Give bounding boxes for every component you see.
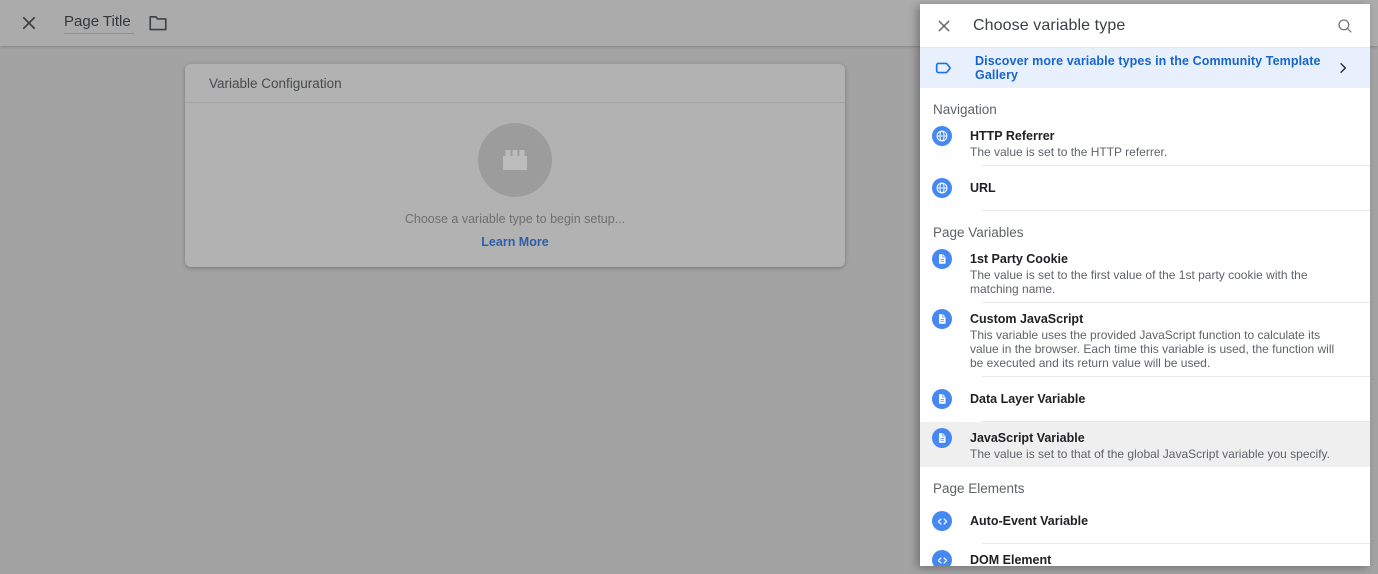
globe-icon bbox=[932, 178, 952, 198]
learn-more-link[interactable]: Learn More bbox=[481, 235, 548, 249]
brick-placeholder-icon bbox=[478, 123, 552, 197]
item-description: The value is set to the HTTP referrer. bbox=[970, 145, 1350, 159]
variable-type-item[interactable]: DOM ElementThe value is set to the text … bbox=[920, 544, 1370, 566]
community-gallery-banner[interactable]: Discover more variable types in the Comm… bbox=[920, 48, 1370, 88]
card-title: Variable Configuration bbox=[185, 64, 845, 103]
panel-close-icon[interactable] bbox=[936, 18, 952, 34]
variable-type-list: Navigation HTTP Referrer The value is set … bbox=[920, 88, 1370, 566]
variable-type-item[interactable]: Auto-Event Variable bbox=[920, 499, 1370, 543]
variable-type-item[interactable]: HTTP Referrer The value is set to the HTT… bbox=[920, 120, 1370, 165]
item-title: DOM Element bbox=[970, 550, 1350, 566]
section-title: Page Elements bbox=[933, 481, 1354, 496]
document-icon bbox=[932, 309, 952, 329]
globe-icon bbox=[932, 126, 952, 146]
item-title: URL bbox=[970, 178, 1350, 195]
panel-title: Choose variable type bbox=[973, 17, 1125, 35]
variable-type-item[interactable]: URL bbox=[920, 166, 1370, 210]
item-title: Custom JavaScript bbox=[970, 309, 1350, 326]
item-title: Auto-Event Variable bbox=[970, 511, 1350, 528]
placeholder-text: Choose a variable type to begin setup... bbox=[405, 212, 625, 226]
panel-header: Choose variable type bbox=[920, 4, 1370, 48]
document-icon bbox=[932, 249, 952, 269]
search-icon[interactable] bbox=[1336, 17, 1354, 35]
page-title-input[interactable]: Page Title bbox=[64, 13, 134, 34]
divider bbox=[982, 210, 1370, 211]
variable-type-item[interactable]: 1st Party Cookie The value is set to the … bbox=[920, 243, 1370, 302]
section-title: Navigation bbox=[933, 102, 1354, 117]
code-icon bbox=[932, 550, 952, 566]
variable-type-item[interactable]: JavaScript Variable The value is set to t… bbox=[920, 422, 1370, 467]
close-icon[interactable] bbox=[20, 14, 38, 32]
item-description: This variable uses the provided JavaScri… bbox=[970, 328, 1350, 370]
item-title: JavaScript Variable bbox=[970, 428, 1350, 445]
item-title: Data Layer Variable bbox=[970, 389, 1350, 406]
variable-type-item[interactable]: Custom JavaScript This variable uses the … bbox=[920, 303, 1370, 376]
item-title: 1st Party Cookie bbox=[970, 249, 1350, 266]
document-icon bbox=[932, 389, 952, 409]
item-description: The value is set to that of the global J… bbox=[970, 447, 1350, 461]
section-title: Page Variables bbox=[933, 225, 1354, 240]
item-title: HTTP Referrer bbox=[970, 126, 1350, 143]
variable-configuration-card: Variable Configuration Choose a variable… bbox=[185, 64, 845, 267]
template-gallery-icon bbox=[935, 58, 955, 78]
variable-type-item[interactable]: Data Layer Variable bbox=[920, 377, 1370, 421]
folder-icon[interactable] bbox=[148, 14, 168, 32]
chevron-right-icon bbox=[1335, 60, 1351, 76]
item-description: The value is set to the first value of t… bbox=[970, 268, 1350, 296]
banner-text: Discover more variable types in the Comm… bbox=[975, 54, 1335, 82]
document-icon bbox=[932, 428, 952, 448]
code-icon bbox=[932, 511, 952, 531]
choose-variable-type-panel: Choose variable type Discover more varia… bbox=[920, 4, 1370, 566]
